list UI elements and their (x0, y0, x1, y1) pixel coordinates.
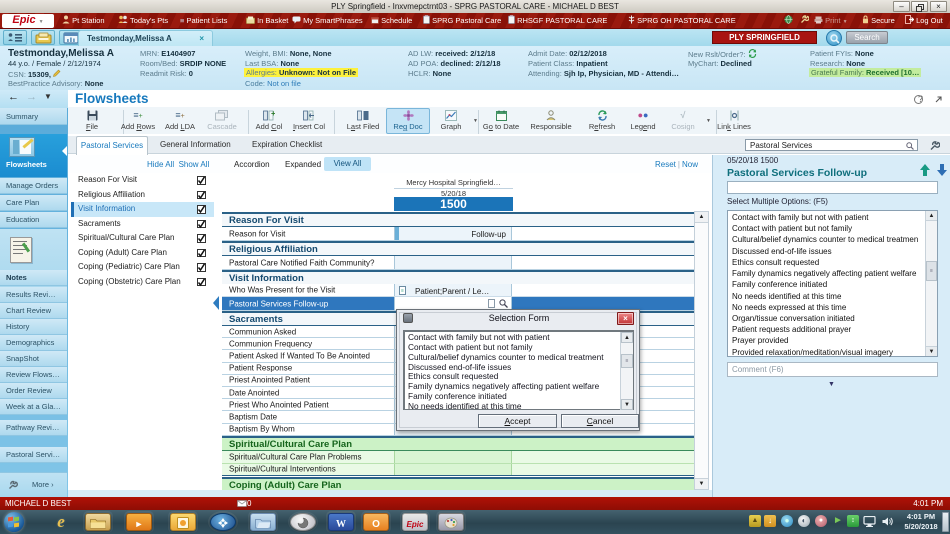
svg-text:+: + (271, 110, 275, 118)
